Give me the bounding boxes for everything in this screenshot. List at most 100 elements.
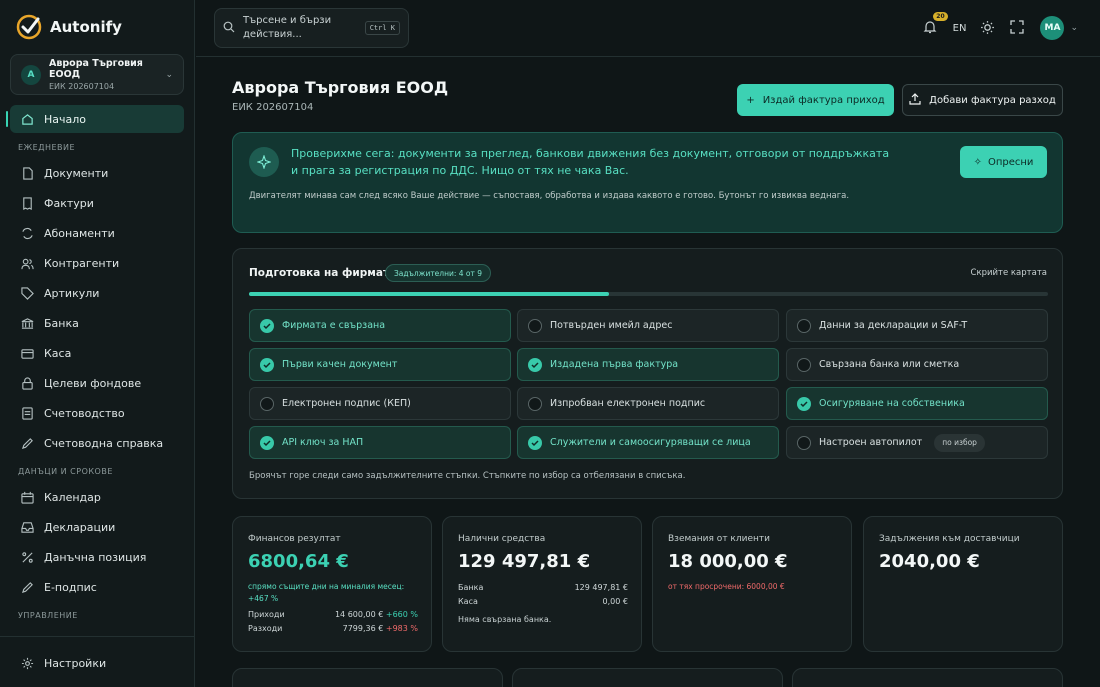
sidebar-item-label: Счетоводство	[44, 406, 125, 420]
circle-icon	[797, 318, 811, 333]
setup-step-label: Изпробван електронен подпис	[550, 398, 706, 409]
home-icon	[20, 112, 34, 126]
app-logo[interactable]: Autonify	[0, 0, 194, 54]
circle-icon	[797, 357, 811, 372]
company-name: Аврора Търговия ЕООД	[49, 58, 143, 80]
circle-icon	[260, 396, 274, 411]
summary-card	[512, 668, 783, 687]
sidebar-item-accounting-report[interactable]: Счетоводна справка	[10, 429, 184, 457]
bell-icon	[923, 21, 937, 34]
main-content: Аврора Търговия ЕООД ЕИК 202607104 + Изд…	[196, 58, 1100, 687]
sidebar-item-funds[interactable]: Целеви фондове	[10, 369, 184, 397]
sidebar-item-label: Артикули	[44, 286, 100, 300]
sidebar-item-documents[interactable]: Документи	[10, 159, 184, 187]
optional-badge: по избор	[934, 433, 985, 452]
check-icon	[528, 435, 542, 450]
setup-step-label: Потвърден имейл адрес	[550, 320, 673, 331]
sidebar: Autonify A Аврора Търговия ЕООД ЕИК 2026…	[0, 0, 195, 687]
setup-step-label: Данни за декларации и SAF-T	[819, 320, 968, 331]
sidebar-item-settings[interactable]: Настройки	[10, 649, 185, 677]
summary-card	[792, 668, 1063, 687]
language-switch[interactable]: EN	[953, 23, 967, 34]
setup-step[interactable]: Данни за декларации и SAF-T	[786, 309, 1048, 342]
refresh-button[interactable]: ✧ Опресни	[960, 146, 1047, 178]
setup-step[interactable]: Първи качен документ	[249, 348, 511, 381]
company-selector[interactable]: A Аврора Търговия ЕООД ЕИК 202607104 ⌄	[10, 54, 184, 95]
expense-label: Разходи	[248, 624, 283, 633]
required-count-badge: Задължителни: 4 от 9	[385, 264, 492, 282]
sidebar-item-subscriptions[interactable]: Абонаменти	[10, 219, 184, 247]
fullscreen-button[interactable]	[1010, 20, 1026, 36]
sidebar-item-tax-position[interactable]: Данъчна позиция	[10, 543, 184, 571]
card-note: Няма свързана банка.	[458, 615, 552, 624]
financial-result-card[interactable]: Финансов резултат 6800,64 € спрямо същит…	[232, 516, 432, 652]
section-label-manage: УПРАВЛЕНИЕ	[18, 611, 78, 620]
lock-icon	[20, 376, 34, 390]
setup-step[interactable]: API ключ за НАП	[249, 426, 511, 459]
tray-icon	[20, 520, 34, 534]
sidebar-item-label: Документи	[44, 166, 109, 180]
tag-icon	[20, 286, 34, 300]
issue-invoice-label: Издай фактура приход	[762, 94, 885, 106]
expense-change: +983 %	[385, 624, 418, 633]
available-funds-card[interactable]: Налични средства 129 497,81 € Банка 129 …	[442, 516, 642, 652]
pen-icon	[20, 436, 34, 450]
issue-invoice-button[interactable]: + Издай фактура приход	[737, 84, 894, 116]
sidebar-item-calendar[interactable]: Календар	[10, 483, 184, 511]
notifications-button[interactable]: 20	[923, 12, 948, 36]
sidebar-item-label: Счетоводна справка	[44, 436, 164, 450]
income-value: 14 600,00 €	[334, 610, 384, 619]
setup-step[interactable]: Осигуряване на собственика	[786, 387, 1048, 420]
shortcut-hint: Ctrl K	[364, 21, 400, 35]
search-placeholder: Търсене и бързи действия...	[243, 15, 332, 40]
hide-card-link[interactable]: Скрийте картата	[971, 268, 1047, 278]
sidebar-item-articles[interactable]: Артикули	[10, 279, 184, 307]
sidebar-item-home[interactable]: Начало	[6, 105, 184, 133]
receivables-card[interactable]: Вземания от клиенти 18 000,00 € от тях п…	[652, 516, 852, 652]
sidebar-item-declarations[interactable]: Декларации	[10, 513, 184, 541]
sidebar-item-invoices[interactable]: Фактури	[10, 189, 184, 217]
search-input[interactable]: Търсене и бързи действия... Ctrl K	[214, 8, 409, 48]
sidebar-item-e-signature[interactable]: Е-подпис	[10, 573, 184, 601]
user-menu[interactable]: МА ⌄	[1040, 16, 1078, 40]
card-title: Задължения към доставчици	[879, 534, 1020, 544]
sidebar-item-accounting[interactable]: Счетоводство	[10, 399, 184, 427]
cash-row: Каса 0,00 €	[458, 597, 628, 606]
sidebar-item-cash[interactable]: Каса	[10, 339, 184, 367]
setup-step[interactable]: Електронен подпис (КЕП)	[249, 387, 511, 420]
sidebar-item-label: Начало	[44, 112, 87, 126]
bank-value: 129 497,81 €	[574, 583, 628, 592]
setup-step[interactable]: Фирмата е свързана	[249, 309, 511, 342]
bank-label: Банка	[458, 583, 484, 592]
expense-row: Разходи 7799,36 € +983 %	[248, 624, 418, 633]
refresh-label: Опресни	[987, 156, 1034, 168]
search-icon	[223, 21, 235, 36]
sidebar-item-contractors[interactable]: Контрагенти	[10, 249, 184, 277]
setup-progress-bar	[249, 292, 1048, 296]
notice-title: Проверихме сега: документи за преглед, б…	[291, 147, 890, 177]
upload-icon	[909, 92, 921, 108]
notice-body: Двигателят минава сам след всяко Ваше де…	[249, 191, 850, 201]
document-icon	[20, 166, 34, 180]
receipt-icon	[20, 196, 34, 210]
card-title: Вземания от клиенти	[668, 534, 770, 544]
setup-step[interactable]: Настроен автопилот по избор	[786, 426, 1048, 459]
sidebar-item-label: Календар	[44, 490, 101, 504]
sidebar-item-label: Контрагенти	[44, 256, 120, 270]
add-expense-button[interactable]: Добави фактура разход	[902, 84, 1063, 116]
setup-progress-fill	[249, 292, 609, 296]
setup-card: Подготовка на фирмата Задължителни: 4 от…	[232, 248, 1063, 499]
sidebar-item-label: Е-подпис	[44, 580, 97, 594]
setup-step[interactable]: Свързана банка или сметка	[786, 348, 1048, 381]
theme-toggle[interactable]	[980, 20, 996, 36]
sidebar-item-label: Абонаменти	[44, 226, 115, 240]
notification-count: 20	[933, 12, 948, 21]
setup-step[interactable]: Издадена първа фактура	[517, 348, 779, 381]
payables-card[interactable]: Задължения към доставчици 2040,00 €	[863, 516, 1063, 652]
pen-icon	[20, 580, 34, 594]
setup-step[interactable]: Изпробван електронен подпис	[517, 387, 779, 420]
setup-step[interactable]: Потвърден имейл адрес	[517, 309, 779, 342]
sidebar-item-bank[interactable]: Банка	[10, 309, 184, 337]
setup-step[interactable]: Служители и самоосигуряващи се лица	[517, 426, 779, 459]
logo-icon	[16, 14, 42, 40]
